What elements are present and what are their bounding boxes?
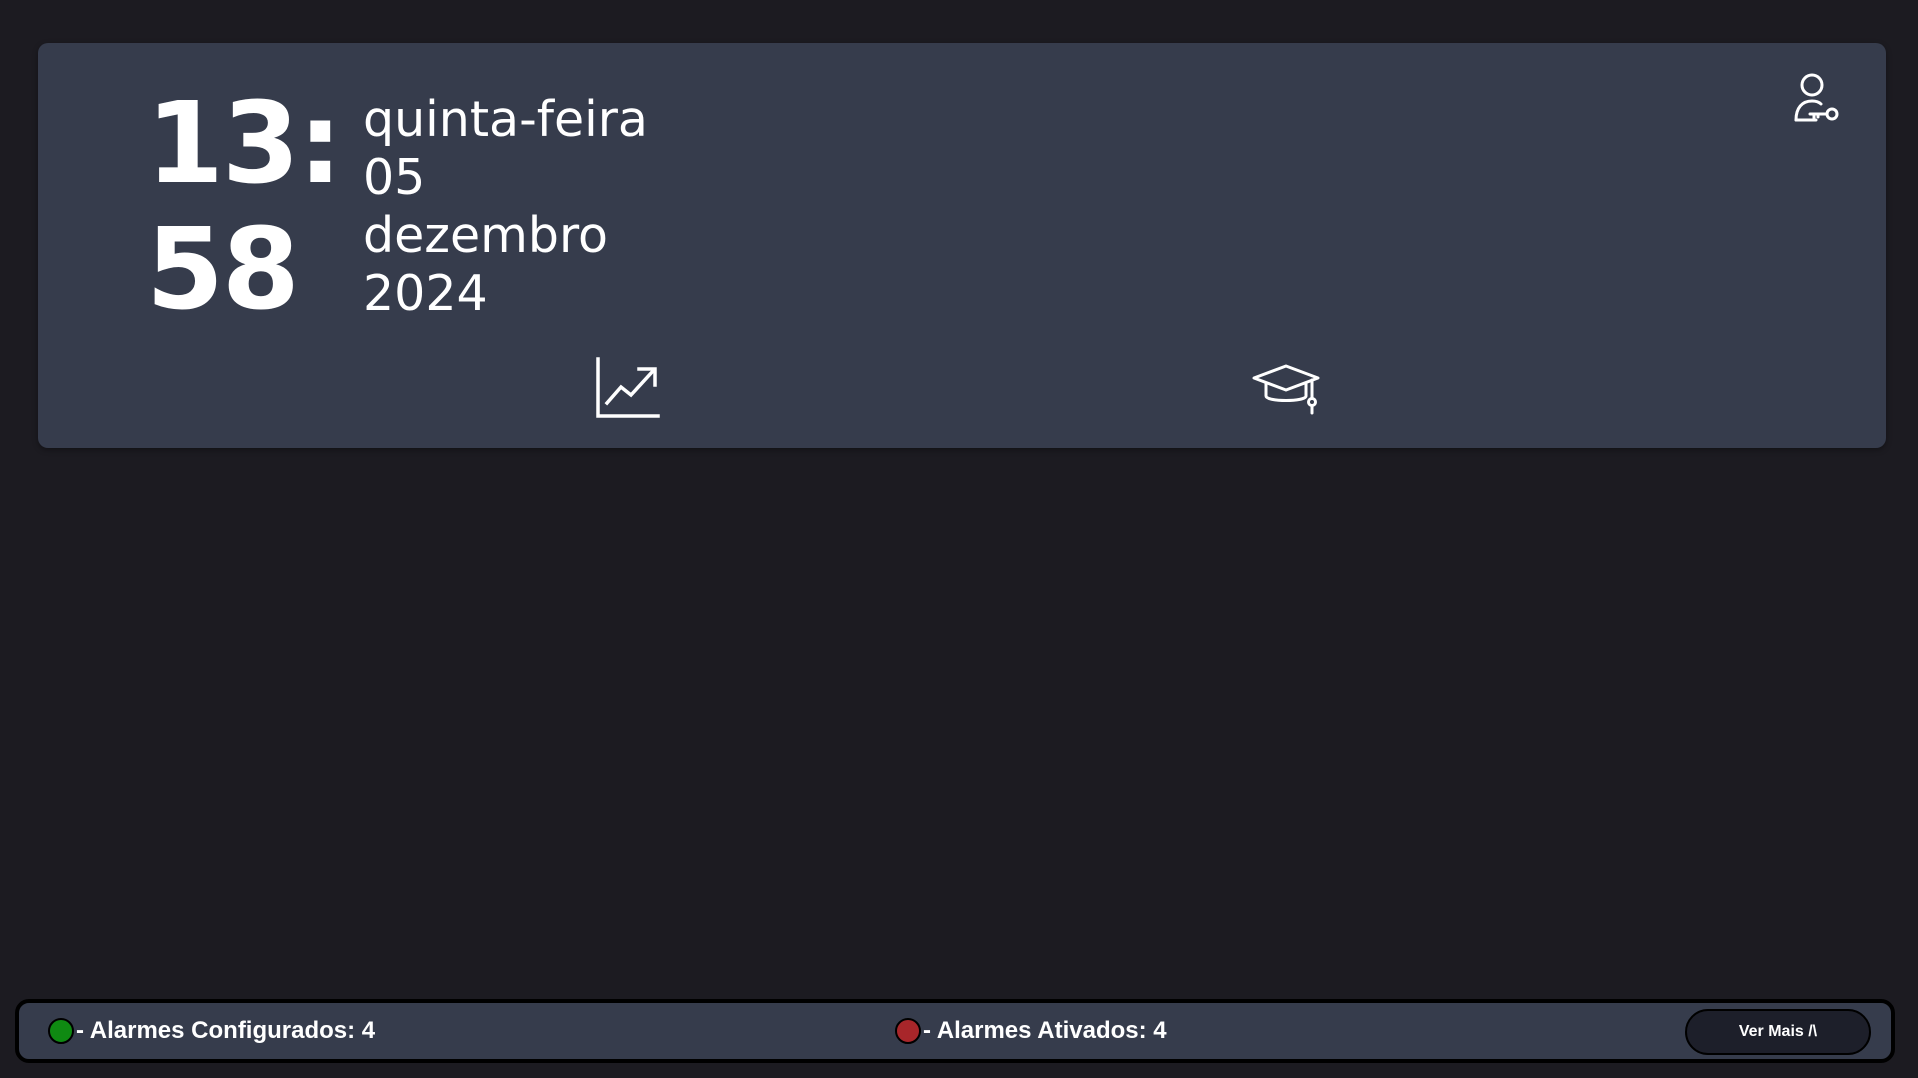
date: quinta-feira 05 dezembro 2024	[363, 91, 648, 323]
training-button[interactable]	[1246, 348, 1326, 428]
user-key-icon	[1794, 73, 1839, 122]
alarm-status-bar: - Alarmes Configurados: 4 - Alarmes Ativ…	[15, 999, 1895, 1063]
clock: 13: 58	[146, 81, 346, 333]
see-more-button[interactable]: Ver Mais /\	[1685, 1009, 1871, 1055]
date-weekday: quinta-feira	[363, 91, 648, 148]
alarms-active: - Alarmes Ativados: 4	[895, 1003, 1167, 1059]
alarms-configured: - Alarmes Configurados: 4	[48, 1003, 375, 1059]
clock-hours: 13:	[146, 79, 343, 209]
header-card: 13: 58 quinta-feira 05 dezembro 2024	[38, 43, 1886, 448]
alarms-configured-label: - Alarmes Configurados: 4	[76, 1017, 376, 1044]
date-year: 2024	[363, 265, 488, 322]
status-dot-red-icon	[895, 1018, 921, 1044]
user-login-button[interactable]	[1781, 63, 1851, 133]
date-day: 05	[363, 149, 426, 206]
alarms-active-label: - Alarmes Ativados: 4	[923, 1017, 1167, 1044]
trends-button[interactable]	[588, 348, 668, 428]
chart-line-up-icon	[596, 357, 660, 418]
clock-minutes: 58	[146, 205, 300, 335]
graduation-cap-icon	[1252, 364, 1320, 415]
status-dot-green-icon	[48, 1018, 74, 1044]
date-month: dezembro	[363, 207, 608, 264]
